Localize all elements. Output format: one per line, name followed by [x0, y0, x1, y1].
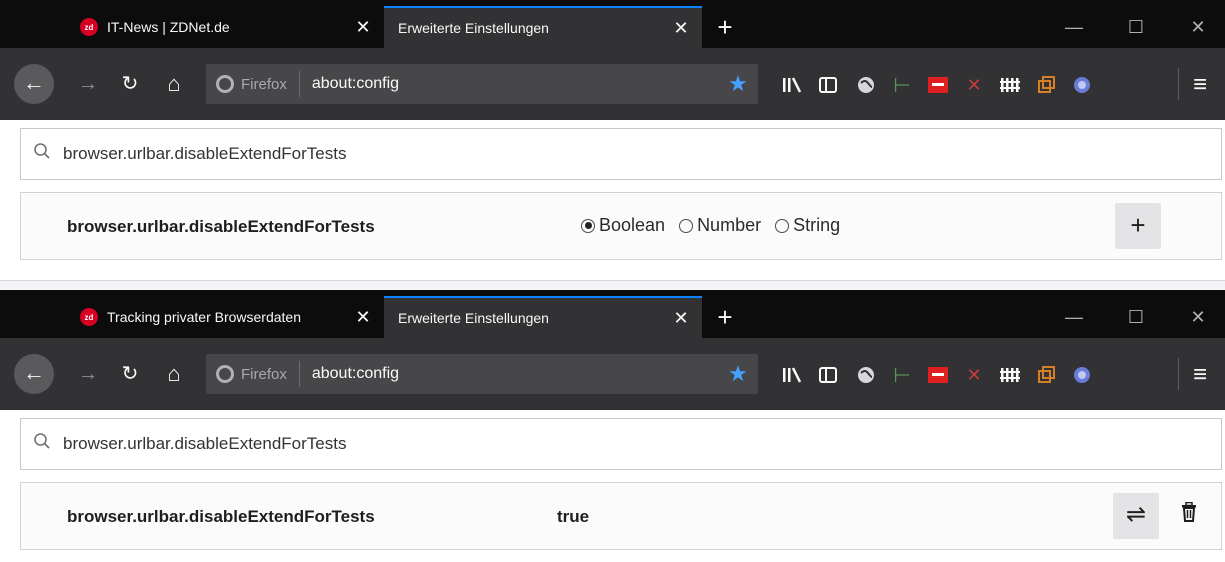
new-tab-button[interactable]: + [710, 14, 740, 44]
radio-label: Boolean [599, 215, 666, 235]
tab-erweiterte-einstellungen[interactable]: Erweiterte Einstellungen ✕ [384, 296, 702, 338]
toolbar-separator [1178, 358, 1179, 390]
minimize-icon[interactable]: — [1052, 12, 1096, 42]
library-icon[interactable] [778, 72, 806, 98]
orange-extension-icon[interactable] [1032, 362, 1060, 388]
zdnet-icon: zd [80, 308, 98, 326]
menu-icon[interactable]: ≡ [1186, 361, 1214, 388]
tab-label: IT-News | ZDNet.de [107, 19, 230, 35]
radio-boolean[interactable]: Boolean [581, 215, 665, 236]
home-button[interactable]: ⌂ [156, 66, 192, 102]
forward-button[interactable]: → [70, 66, 106, 102]
firefox-icon [216, 365, 234, 383]
tab-label: Erweiterte Einstellungen [398, 20, 549, 36]
red-extension-icon[interactable] [924, 362, 952, 388]
tab-label: Tracking privater Browserdaten [107, 309, 302, 325]
menu-icon[interactable]: ≡ [1186, 71, 1214, 98]
maximize-icon[interactable]: ☐ [1114, 302, 1158, 332]
radio-dot [775, 218, 790, 233]
back-button[interactable]: ← [14, 354, 54, 394]
plug-extension-icon[interactable]: ⊢ [888, 362, 916, 388]
library-icon[interactable] [778, 362, 806, 388]
radio-label: String [793, 215, 841, 235]
orange-extension-icon[interactable] [1032, 72, 1060, 98]
search-icon [21, 432, 63, 456]
tab-strip: zd IT-News | ZDNet.de ✕ Erweiterte Einst… [0, 0, 1225, 48]
zdnet-icon: zd [80, 18, 98, 36]
pref-row: browser.urlbar.disableExtendForTests tru… [20, 482, 1222, 550]
maximize-icon[interactable]: ☐ [1114, 12, 1158, 42]
pref-type-radio-group: Boolean Number String [581, 215, 840, 236]
tab-zdnet[interactable]: zd IT-News | ZDNet.de ✕ [66, 6, 384, 48]
pref-value[interactable]: true [557, 507, 589, 527]
identity-box[interactable]: Firefox [206, 361, 300, 387]
blocked-extension-icon[interactable]: ✕ [960, 362, 988, 388]
tab-strip: zd Tracking privater Browserdaten ✕ Erwe… [0, 290, 1225, 338]
globe-extension-icon[interactable] [852, 72, 880, 98]
back-button[interactable]: ← [14, 64, 54, 104]
close-tab-icon[interactable]: ✕ [350, 307, 376, 328]
red-extension-icon[interactable] [924, 72, 952, 98]
toggle-button[interactable]: ⇌ [1113, 493, 1159, 539]
forward-button[interactable]: → [70, 356, 106, 392]
url-bar[interactable]: Firefox about:config ★ [206, 354, 758, 394]
radio-dot [679, 218, 694, 233]
url-text[interactable]: about:config [300, 365, 718, 383]
search-input[interactable] [63, 434, 1221, 454]
search-icon [21, 142, 63, 166]
fence-extension-icon[interactable] [996, 72, 1024, 98]
screenshot-divider [0, 280, 1225, 290]
minimize-icon[interactable]: — [1052, 302, 1096, 332]
radio-number[interactable]: Number [679, 215, 761, 236]
identity-label: Firefox [241, 75, 287, 93]
add-pref-button[interactable]: + [1115, 203, 1161, 249]
reload-button[interactable]: ↻ [112, 66, 148, 102]
tab-erweiterte-einstellungen[interactable]: Erweiterte Einstellungen ✕ [384, 6, 702, 48]
identity-box[interactable]: Firefox [206, 71, 300, 97]
url-bar[interactable]: Firefox about:config ★ [206, 64, 758, 104]
search-field[interactable] [20, 128, 1222, 180]
pref-name: browser.urlbar.disableExtendForTests [67, 217, 375, 236]
nav-bar: ← → ↻ ⌂ Firefox about:config ★ ⊢ ✕ ≡ [0, 48, 1225, 120]
vpn-extension-icon[interactable] [1068, 362, 1096, 388]
reload-button[interactable]: ↻ [112, 356, 148, 392]
window-close-icon[interactable]: ✕ [1176, 302, 1220, 332]
plug-extension-icon[interactable]: ⊢ [888, 72, 916, 98]
sidebar-icon[interactable] [814, 72, 842, 98]
toolbar-separator [1178, 68, 1179, 100]
radio-label: Number [697, 215, 762, 235]
radio-dot [581, 218, 595, 233]
home-button[interactable]: ⌂ [156, 356, 192, 392]
url-text[interactable]: about:config [300, 75, 718, 93]
sidebar-icon[interactable] [814, 362, 842, 388]
bookmark-star-icon[interactable]: ★ [718, 361, 758, 387]
tab-tracking[interactable]: zd Tracking privater Browserdaten ✕ [66, 296, 384, 338]
bookmark-star-icon[interactable]: ★ [718, 71, 758, 97]
close-tab-icon[interactable]: ✕ [668, 308, 694, 329]
browser-window-2: zd Tracking privater Browserdaten ✕ Erwe… [0, 290, 1225, 562]
fence-extension-icon[interactable] [996, 362, 1024, 388]
identity-label: Firefox [241, 365, 287, 383]
tab-label: Erweiterte Einstellungen [398, 310, 549, 326]
firefox-icon [216, 75, 234, 93]
window-close-icon[interactable]: ✕ [1176, 12, 1220, 42]
new-tab-button[interactable]: + [710, 304, 740, 334]
pref-name: browser.urlbar.disableExtendForTests [67, 507, 375, 526]
close-tab-icon[interactable]: ✕ [668, 18, 694, 39]
blocked-extension-icon[interactable]: ✕ [960, 72, 988, 98]
globe-extension-icon[interactable] [852, 362, 880, 388]
browser-window-1: zd IT-News | ZDNet.de ✕ Erweiterte Einst… [0, 0, 1225, 280]
delete-icon[interactable] [1169, 495, 1209, 537]
vpn-extension-icon[interactable] [1068, 72, 1096, 98]
search-input[interactable] [63, 144, 1221, 164]
radio-string[interactable]: String [775, 215, 840, 236]
new-pref-row: browser.urlbar.disableExtendForTests Boo… [20, 192, 1222, 260]
search-field[interactable] [20, 418, 1222, 470]
close-tab-icon[interactable]: ✕ [350, 17, 376, 38]
nav-bar: ← → ↻ ⌂ Firefox about:config ★ ⊢ ✕ ≡ [0, 338, 1225, 410]
